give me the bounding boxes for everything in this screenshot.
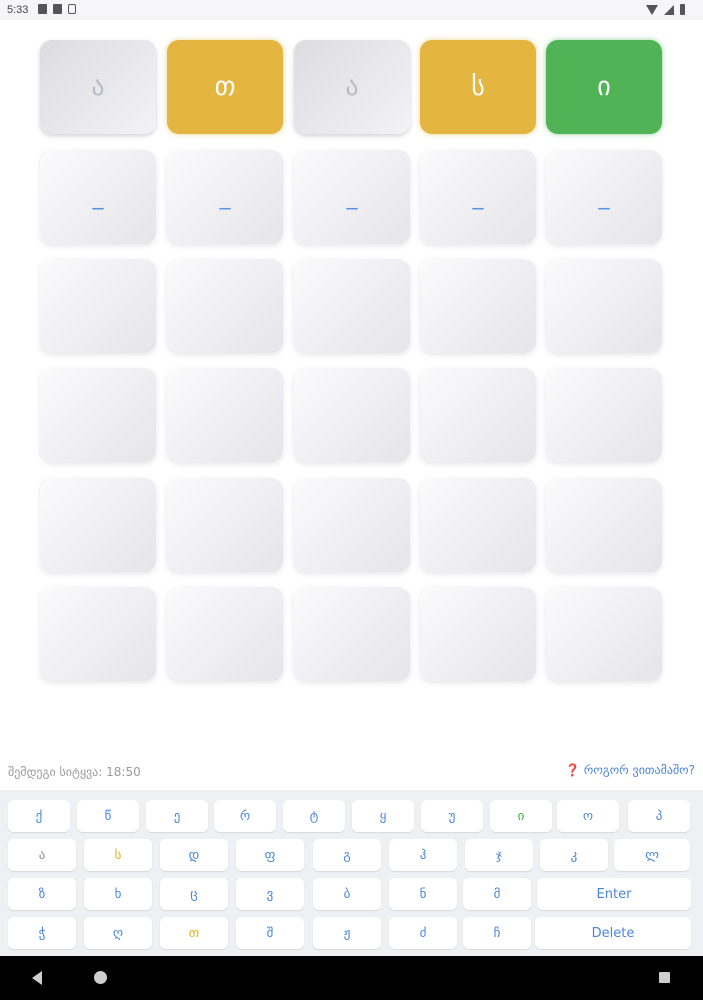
board-tile: _ (40, 150, 156, 244)
letter-key[interactable]: რ (214, 800, 276, 832)
letter-key[interactable]: ვ (236, 878, 304, 910)
status-bar: 5:33 (0, 0, 703, 20)
letter-key[interactable]: უ (421, 800, 483, 832)
letter-key[interactable]: ბ (313, 878, 381, 910)
letter-key[interactable]: ჯ (465, 839, 533, 871)
letter-key[interactable]: ს (84, 839, 152, 871)
letter-key[interactable]: ჰ (389, 839, 457, 871)
status-time: 5:33 (7, 4, 29, 16)
battery-icon (680, 4, 685, 15)
board-tile (167, 587, 283, 681)
how-to-play-link[interactable]: ❓ როგორ ვითამაშო? (565, 763, 695, 777)
wifi-icon (646, 4, 658, 15)
letter-key[interactable]: ნ (389, 878, 457, 910)
board-tile (294, 587, 410, 681)
board-tile: თ (167, 40, 283, 134)
navigation-bar (0, 956, 703, 1000)
letter-key[interactable]: შ (236, 917, 304, 949)
board-tile (546, 368, 662, 462)
board-tile (294, 478, 410, 572)
board-tile (40, 587, 156, 681)
board-tile (294, 259, 410, 353)
home-icon[interactable] (94, 971, 107, 984)
board-tile: ა (40, 40, 156, 134)
board-tile: ს (420, 40, 536, 134)
board-tile (420, 587, 536, 681)
board-tile (294, 368, 410, 462)
letter-key[interactable]: ი (490, 800, 552, 832)
notification-icons (38, 4, 76, 14)
letter-key[interactable]: ფ (236, 839, 304, 871)
app-notification-icon (38, 4, 47, 14)
board-tile: _ (294, 150, 410, 244)
letter-key[interactable]: ღ (84, 917, 152, 949)
letter-key[interactable]: მ (463, 878, 531, 910)
letter-key[interactable]: გ (313, 839, 381, 871)
letter-key[interactable]: ც (160, 878, 228, 910)
letter-key[interactable]: ყ (352, 800, 414, 832)
storage-icon (68, 4, 76, 14)
board-tile (40, 478, 156, 572)
letter-key[interactable]: ჭ (8, 917, 76, 949)
letter-key[interactable]: წ (77, 800, 139, 832)
board-tile (546, 478, 662, 572)
letter-key[interactable]: ზ (8, 878, 76, 910)
board-tile: _ (420, 150, 536, 244)
letter-key[interactable]: ლ (614, 839, 690, 871)
keyboard: ქ წ ე რ ტ ყ უ ი ო პ ა ს დ ფ გ ჰ ჯ კ ლ ზ ხ ც ვ ბ ნ მ Enter ჭ ღ თ შ ჟ ძ ჩ De… (0, 790, 703, 956)
board-tile (40, 368, 156, 462)
letter-key[interactable]: ძ (389, 917, 457, 949)
board-tile (167, 478, 283, 572)
board-tile: ი (546, 40, 662, 134)
board-tile (167, 368, 283, 462)
letter-key[interactable]: ო (557, 800, 619, 832)
board-tile (420, 368, 536, 462)
next-word-timer: შემდეგი სიტყვა: 18:50 (8, 765, 141, 779)
board-tile (546, 587, 662, 681)
recent-apps-icon[interactable] (659, 972, 670, 983)
board-tile: _ (167, 150, 283, 244)
board-tile (546, 259, 662, 353)
letter-key[interactable]: კ (540, 839, 608, 871)
board-tile (167, 259, 283, 353)
letter-key[interactable]: ქ (8, 800, 70, 832)
letter-key[interactable]: პ (628, 800, 690, 832)
board-tile (420, 478, 536, 572)
board-tile: ა (294, 40, 410, 134)
board-tile (420, 259, 536, 353)
board-tile: _ (546, 150, 662, 244)
signal-icon (664, 4, 674, 15)
letter-key[interactable]: თ (160, 917, 228, 949)
letter-key[interactable]: ხ (84, 878, 152, 910)
letter-key[interactable]: ე (146, 800, 208, 832)
board-tile (40, 259, 156, 353)
letter-key[interactable]: ჩ (463, 917, 531, 949)
letter-key[interactable]: დ (160, 839, 228, 871)
system-icons (646, 4, 685, 15)
letter-key[interactable]: ტ (283, 800, 345, 832)
back-icon[interactable] (32, 971, 42, 985)
sd-card-icon (53, 4, 62, 14)
enter-key[interactable]: Enter (537, 878, 691, 910)
delete-key[interactable]: Delete (535, 917, 691, 949)
letter-key[interactable]: ა (8, 839, 76, 871)
letter-key[interactable]: ჟ (313, 917, 381, 949)
